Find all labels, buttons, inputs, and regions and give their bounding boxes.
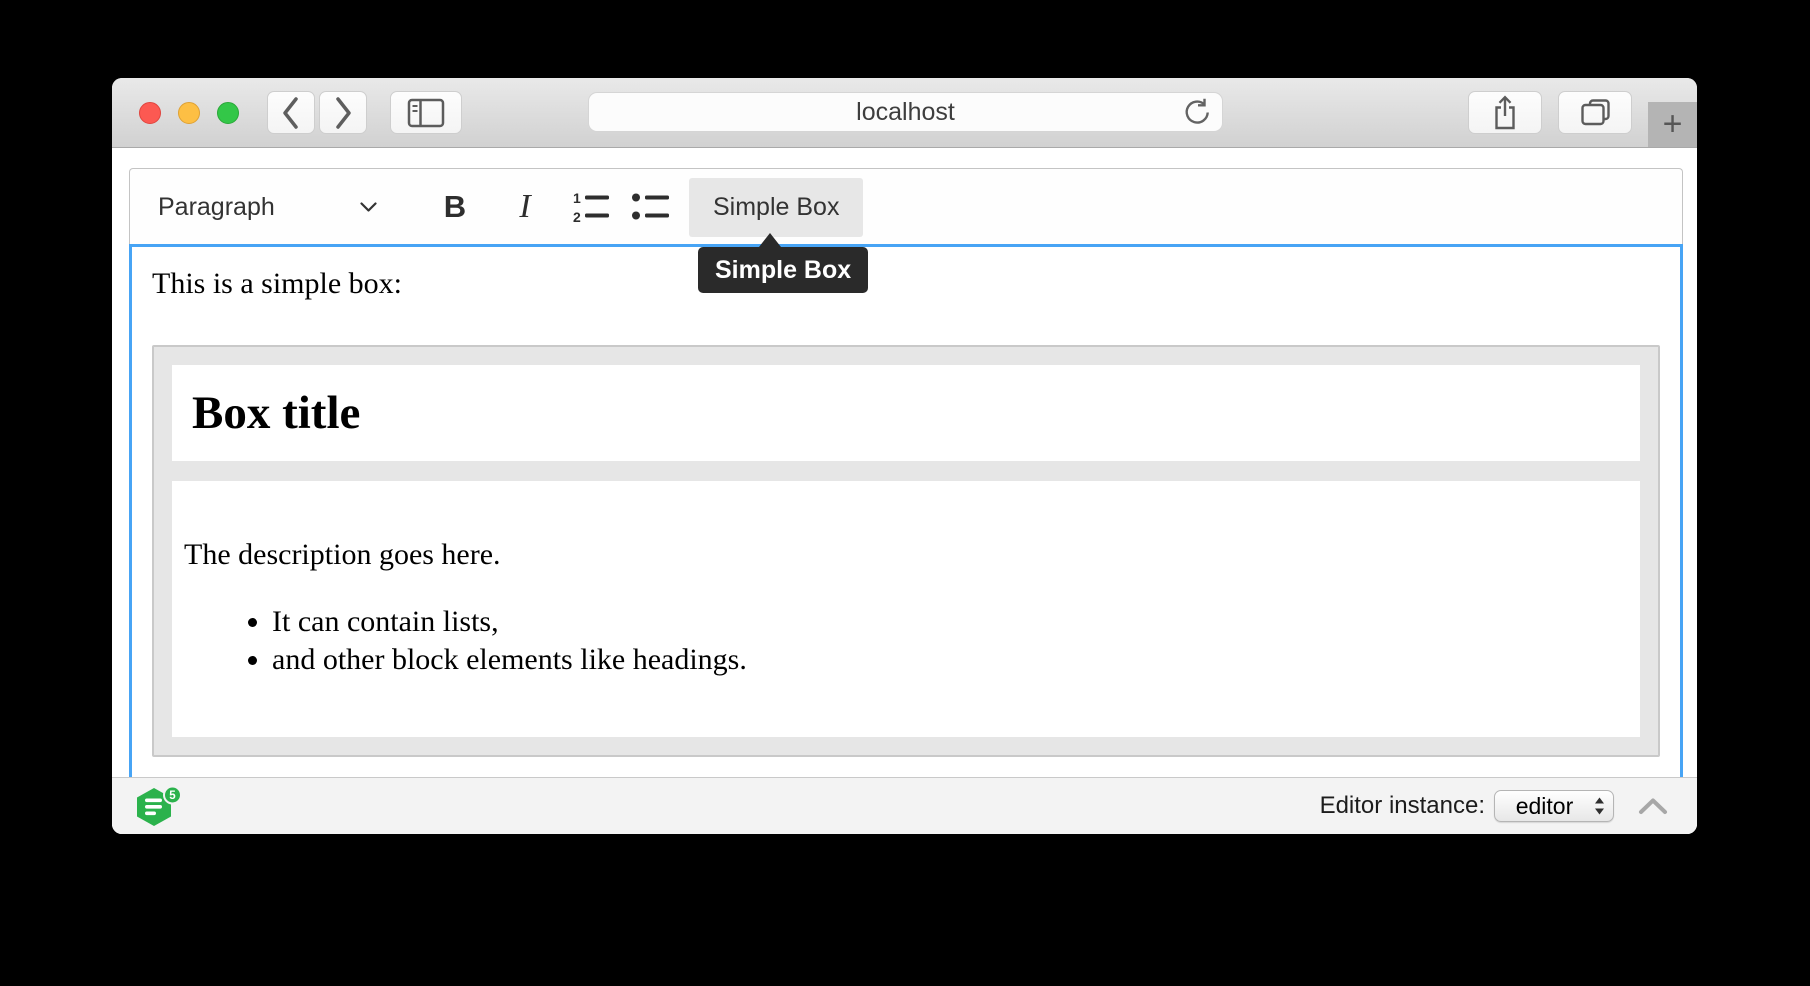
sidebar-icon <box>407 97 445 129</box>
zoom-window-button[interactable] <box>217 102 239 124</box>
simple-box-tooltip: Simple Box <box>698 247 868 293</box>
simple-box-title-section[interactable]: Box title <box>172 365 1640 461</box>
ckeditor-logo-icon: 5 <box>135 786 183 830</box>
bold-icon: B <box>444 189 466 225</box>
italic-button[interactable]: I <box>505 179 545 235</box>
forward-button[interactable] <box>319 91 367 134</box>
show-tabs-button[interactable] <box>1558 91 1632 134</box>
screenshot-canvas: { "browser": { "url_text": "localhost", … <box>0 0 1810 986</box>
bulleted-list-button[interactable] <box>629 179 673 235</box>
chevron-down-icon <box>360 202 377 213</box>
simple-box-button[interactable]: Simple Box <box>689 178 863 237</box>
editor-instance-value: editor <box>1495 793 1594 820</box>
description-list: It can contain lists, and other block el… <box>184 603 1628 679</box>
footer-controls: Editor instance: editor <box>1320 778 1668 834</box>
svg-text:1: 1 <box>573 190 581 206</box>
list-item[interactable]: and other block elements like headings. <box>272 641 1628 679</box>
sidebar-toggle-button[interactable] <box>390 91 462 134</box>
browser-window: localhost + <box>112 78 1697 834</box>
editor-content: This is a simple box: Box title The desc… <box>132 247 1680 757</box>
bulleted-list-icon <box>631 190 671 224</box>
chevron-left-icon <box>281 96 301 130</box>
tooltip-caret <box>759 233 781 247</box>
numbered-list-button[interactable]: 1 2 <box>569 179 613 235</box>
ckeditor-logo[interactable]: 5 <box>135 786 183 835</box>
heading-dropdown-label: Paragraph <box>158 193 275 222</box>
address-bar-url: localhost <box>856 98 955 127</box>
address-bar[interactable]: localhost <box>588 92 1223 132</box>
select-spinner-icon <box>1594 797 1605 815</box>
minimize-window-button[interactable] <box>178 102 200 124</box>
simple-box-button-label: Simple Box <box>713 193 839 222</box>
editor-editable-area[interactable]: This is a simple box: Box title The desc… <box>129 244 1683 777</box>
new-tab-button[interactable]: + <box>1648 102 1697 147</box>
intro-paragraph[interactable]: This is a simple box: <box>152 265 1660 303</box>
plus-icon: + <box>1663 105 1683 144</box>
browser-titlebar: localhost + <box>112 78 1697 148</box>
svg-text:2: 2 <box>573 209 581 224</box>
list-item[interactable]: It can contain lists, <box>272 603 1628 641</box>
chevron-right-icon <box>333 96 353 130</box>
reload-button[interactable] <box>1180 98 1210 133</box>
bold-button[interactable]: B <box>433 179 477 235</box>
share-icon <box>1491 94 1519 131</box>
heading-dropdown[interactable]: Paragraph <box>138 179 393 235</box>
editor-instance-select[interactable]: editor <box>1494 790 1614 822</box>
italic-icon: I <box>519 188 530 226</box>
share-button[interactable] <box>1468 91 1542 134</box>
simple-box-description-section[interactable]: The description goes here. It can contai… <box>172 481 1640 737</box>
box-title-heading[interactable]: Box title <box>192 390 1640 437</box>
snippet-footer-bar: 5 Editor instance: editor <box>112 777 1697 834</box>
back-button[interactable] <box>267 91 315 134</box>
tabs-icon <box>1580 98 1611 127</box>
reload-icon <box>1180 98 1210 128</box>
logo-badge-count: 5 <box>169 790 176 802</box>
numbered-list-icon: 1 2 <box>571 190 611 224</box>
close-window-button[interactable] <box>139 102 161 124</box>
collapse-chevron-up-icon[interactable] <box>1638 797 1668 815</box>
editor-instance-label: Editor instance: <box>1320 792 1485 820</box>
description-paragraph[interactable]: The description goes here. <box>184 537 1628 573</box>
simple-box-widget[interactable]: Box title The description goes here. It … <box>152 345 1660 757</box>
editor-toolbar: Paragraph B I 1 2 <box>129 168 1683 245</box>
